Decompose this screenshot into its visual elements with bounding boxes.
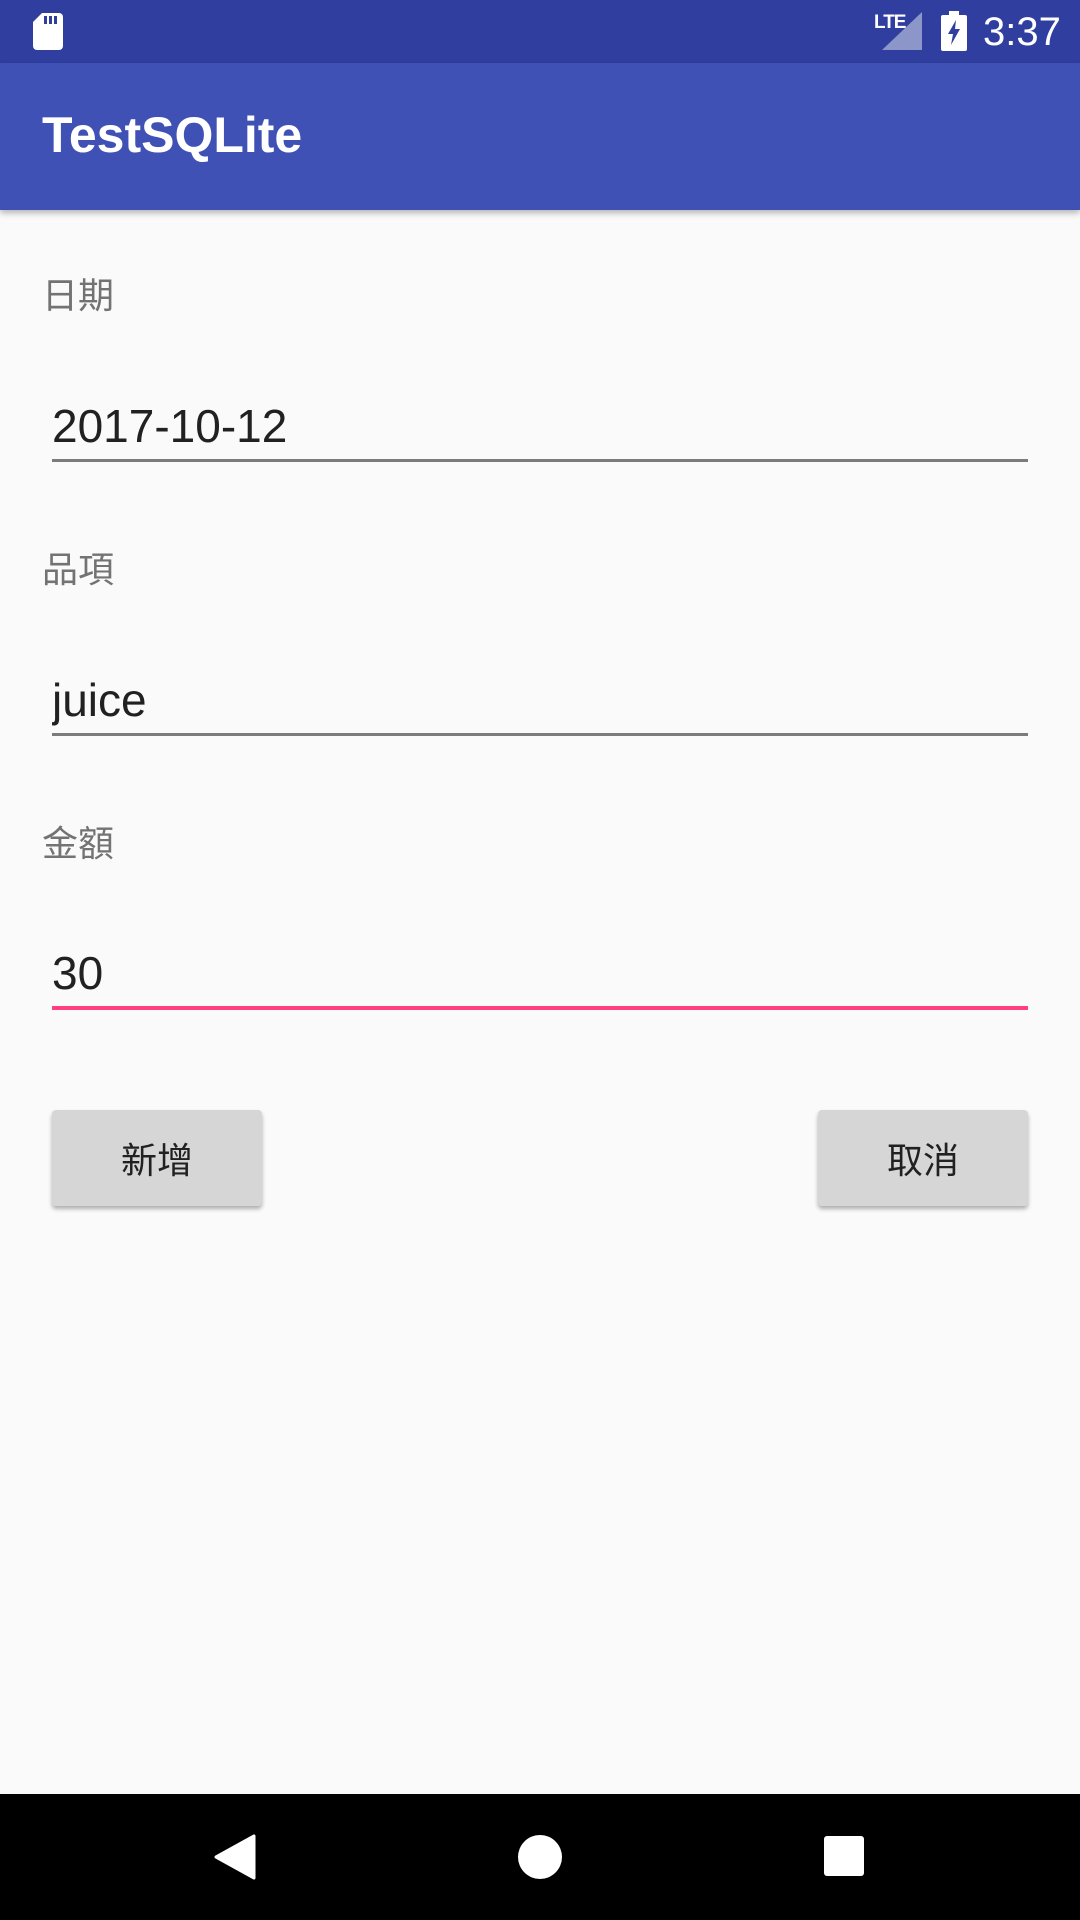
- back-icon[interactable]: [214, 1834, 256, 1880]
- signal-icon: [882, 12, 922, 50]
- app-title: TestSQLite: [42, 107, 303, 163]
- home-icon[interactable]: [518, 1835, 562, 1879]
- amount-label: 金額: [42, 824, 115, 865]
- app-bar: TestSQLite: [0, 63, 1080, 210]
- date-input[interactable]: [52, 392, 1028, 462]
- recents-icon[interactable]: [824, 1836, 864, 1876]
- item-input[interactable]: [52, 666, 1028, 736]
- battery-charging-icon: [941, 11, 967, 51]
- date-label: 日期: [42, 276, 115, 317]
- status-bar: LTE 3:37: [0, 0, 1080, 63]
- navigation-bar: [0, 1794, 1080, 1920]
- cancel-button[interactable]: 取消: [818, 1110, 1028, 1206]
- add-button[interactable]: 新增: [52, 1110, 262, 1206]
- status-clock: 3:37: [983, 10, 1061, 54]
- amount-input[interactable]: [52, 940, 1028, 1010]
- sd-card-icon: [33, 13, 63, 50]
- item-label: 品項: [42, 550, 115, 591]
